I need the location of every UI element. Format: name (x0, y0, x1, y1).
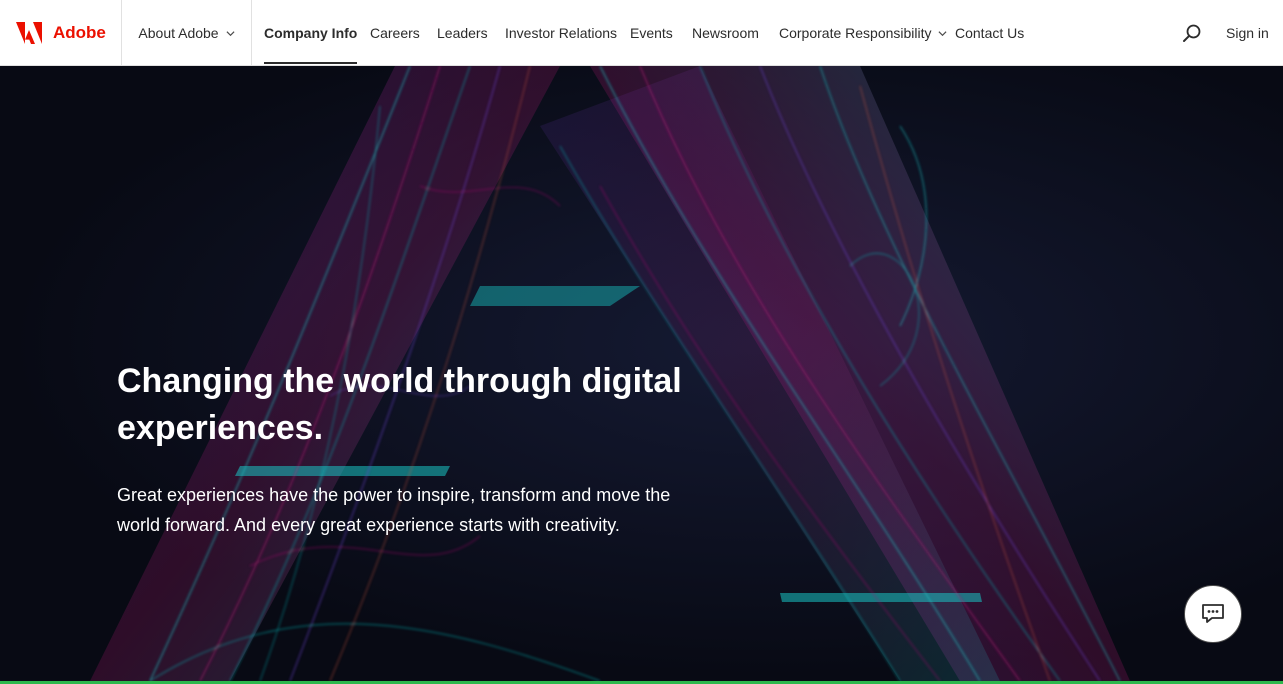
hero-title: Changing the world through digital exper… (117, 362, 682, 447)
about-adobe-menu[interactable]: About Adobe (122, 0, 252, 66)
sign-in-label: Sign in (1226, 25, 1269, 41)
sign-in-link[interactable]: Sign in (1226, 0, 1269, 66)
nav-newsroom[interactable]: Newsroom (692, 0, 759, 66)
nav-events[interactable]: Events (630, 0, 673, 66)
search-button[interactable] (1181, 23, 1203, 45)
global-header: Adobe About Adobe Company Info Careers L… (0, 0, 1283, 66)
adobe-logo-icon (16, 22, 42, 44)
nav-company-info[interactable]: Company Info (264, 0, 358, 66)
nav-label: Contact Us (955, 25, 1025, 41)
about-adobe-label: About Adobe (138, 25, 219, 41)
chevron-down-icon (938, 30, 947, 36)
nav-label: Newsroom (692, 25, 759, 41)
hero-subtitle: Great experiences have the power to insp… (117, 485, 671, 535)
nav-label: Events (630, 25, 673, 41)
brand-name: Adobe (53, 23, 106, 42)
nav-investor-relations[interactable]: Investor Relations (505, 0, 617, 66)
nav-careers[interactable]: Careers (370, 0, 420, 66)
chat-bubble-icon (1202, 604, 1224, 623)
nav-corporate-responsibility[interactable]: Corporate Responsibility (779, 0, 947, 66)
nav-leaders[interactable]: Leaders (437, 0, 488, 66)
nav-contact-us[interactable]: Contact Us (955, 0, 1024, 66)
nav-label: Careers (370, 25, 420, 41)
search-icon (1183, 24, 1201, 42)
nav-label: Corporate Responsibility (779, 25, 932, 41)
adobe-logo-link[interactable]: Adobe (0, 0, 122, 66)
nav-label: Company Info (264, 25, 358, 41)
nav-label: Leaders (437, 25, 488, 41)
chevron-down-icon (226, 30, 235, 36)
hero-banner: Changing the world through digital exper… (0, 66, 1283, 681)
nav-label: Investor Relations (505, 25, 618, 41)
chat-button[interactable] (1184, 585, 1242, 643)
